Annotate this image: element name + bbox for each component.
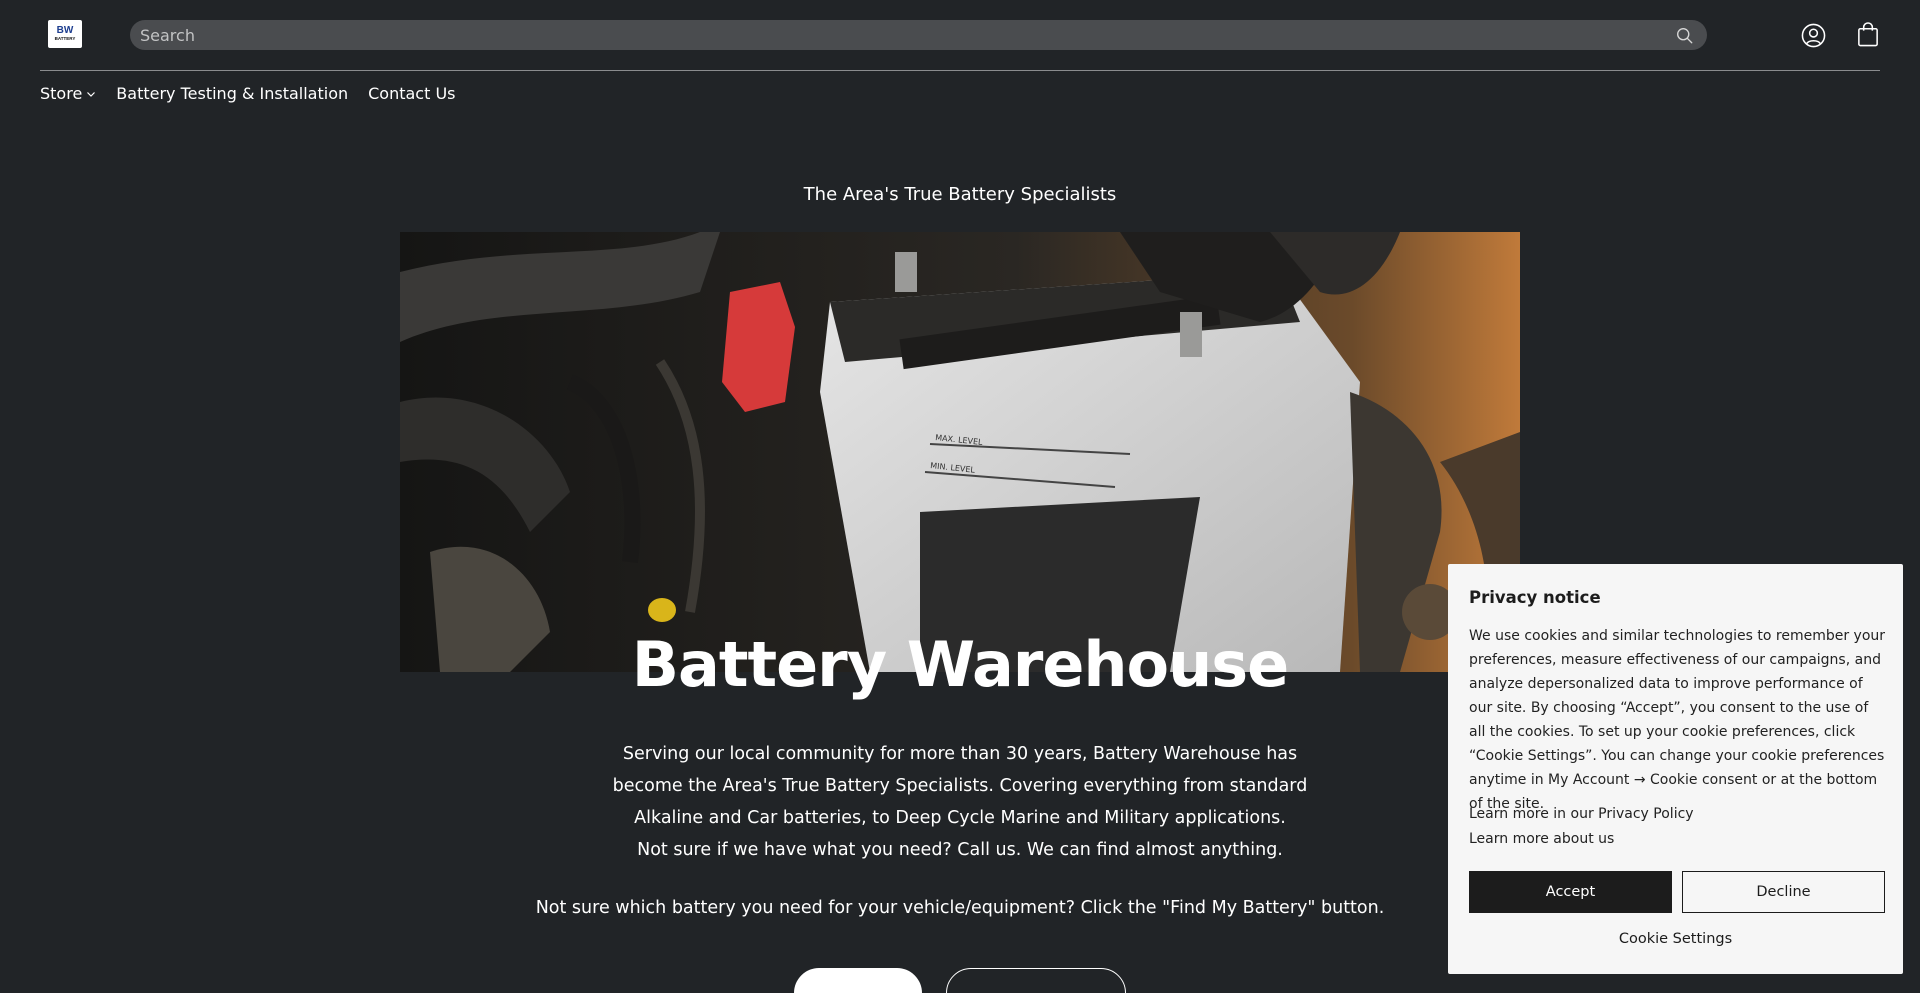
nav-label-store: Store bbox=[40, 84, 83, 103]
privacy-text: We use cookies and similar technologies … bbox=[1469, 628, 1886, 812]
account-icon[interactable] bbox=[1801, 23, 1826, 48]
search-input[interactable] bbox=[140, 20, 1640, 50]
store-logo[interactable]: BW BATTERY bbox=[48, 20, 82, 48]
logo-mark: BW bbox=[56, 25, 74, 36]
shopping-bag-icon[interactable] bbox=[1857, 22, 1879, 47]
hero-body-copy: Serving our local community for more tha… bbox=[560, 738, 1360, 866]
logo-wordmark: BATTERY bbox=[54, 36, 76, 41]
nav-label-contact: Contact Us bbox=[368, 84, 456, 103]
cookie-settings-link[interactable]: Cookie Settings bbox=[1448, 931, 1903, 947]
search-icon[interactable] bbox=[1676, 27, 1693, 44]
privacy-notice-panel: Privacy notice We use cookies and simila… bbox=[1448, 564, 1903, 974]
body-line: Serving our local community for more tha… bbox=[622, 744, 1298, 764]
body-line: Alkaline and Car batteries, to Deep Cycl… bbox=[634, 808, 1286, 828]
call-now-button[interactable]: Call Now bbox=[794, 968, 922, 993]
hero-image: MAX. LEVEL MIN. LEVEL bbox=[400, 232, 1520, 672]
nav-item-store[interactable]: Store bbox=[40, 84, 96, 103]
nav-label-battery-testing: Battery Testing & Installation bbox=[116, 84, 349, 103]
nav-item-contact[interactable]: Contact Us bbox=[368, 84, 455, 103]
accept-button[interactable]: Accept bbox=[1469, 871, 1672, 913]
decline-button[interactable]: Decline bbox=[1682, 871, 1885, 913]
site-header: BW BATTERY Store Battery Testing & Insta… bbox=[0, 0, 1920, 120]
battery-engine-photo: MAX. LEVEL MIN. LEVEL bbox=[400, 232, 1520, 672]
hero-tagline: The Area's True Battery Specialists bbox=[803, 184, 1117, 205]
find-my-battery-button[interactable]: Find My Battery bbox=[946, 968, 1126, 993]
body-line: Not sure if we have what you need? Call … bbox=[637, 840, 1283, 860]
nav-item-battery-testing[interactable]: Battery Testing & Installation bbox=[116, 84, 348, 103]
chevron-down-icon bbox=[87, 91, 96, 97]
privacy-title: Privacy notice bbox=[1469, 588, 1601, 607]
privacy-policy-link[interactable]: Learn more in our Privacy Policy bbox=[1469, 806, 1694, 822]
main-nav: Store Battery Testing & Installation Con… bbox=[40, 84, 456, 103]
body-line: become the Area's True Battery Specialis… bbox=[612, 776, 1308, 796]
search-bar[interactable] bbox=[130, 20, 1707, 50]
header-divider bbox=[40, 70, 1880, 71]
about-us-link[interactable]: Learn more about us bbox=[1469, 831, 1614, 847]
